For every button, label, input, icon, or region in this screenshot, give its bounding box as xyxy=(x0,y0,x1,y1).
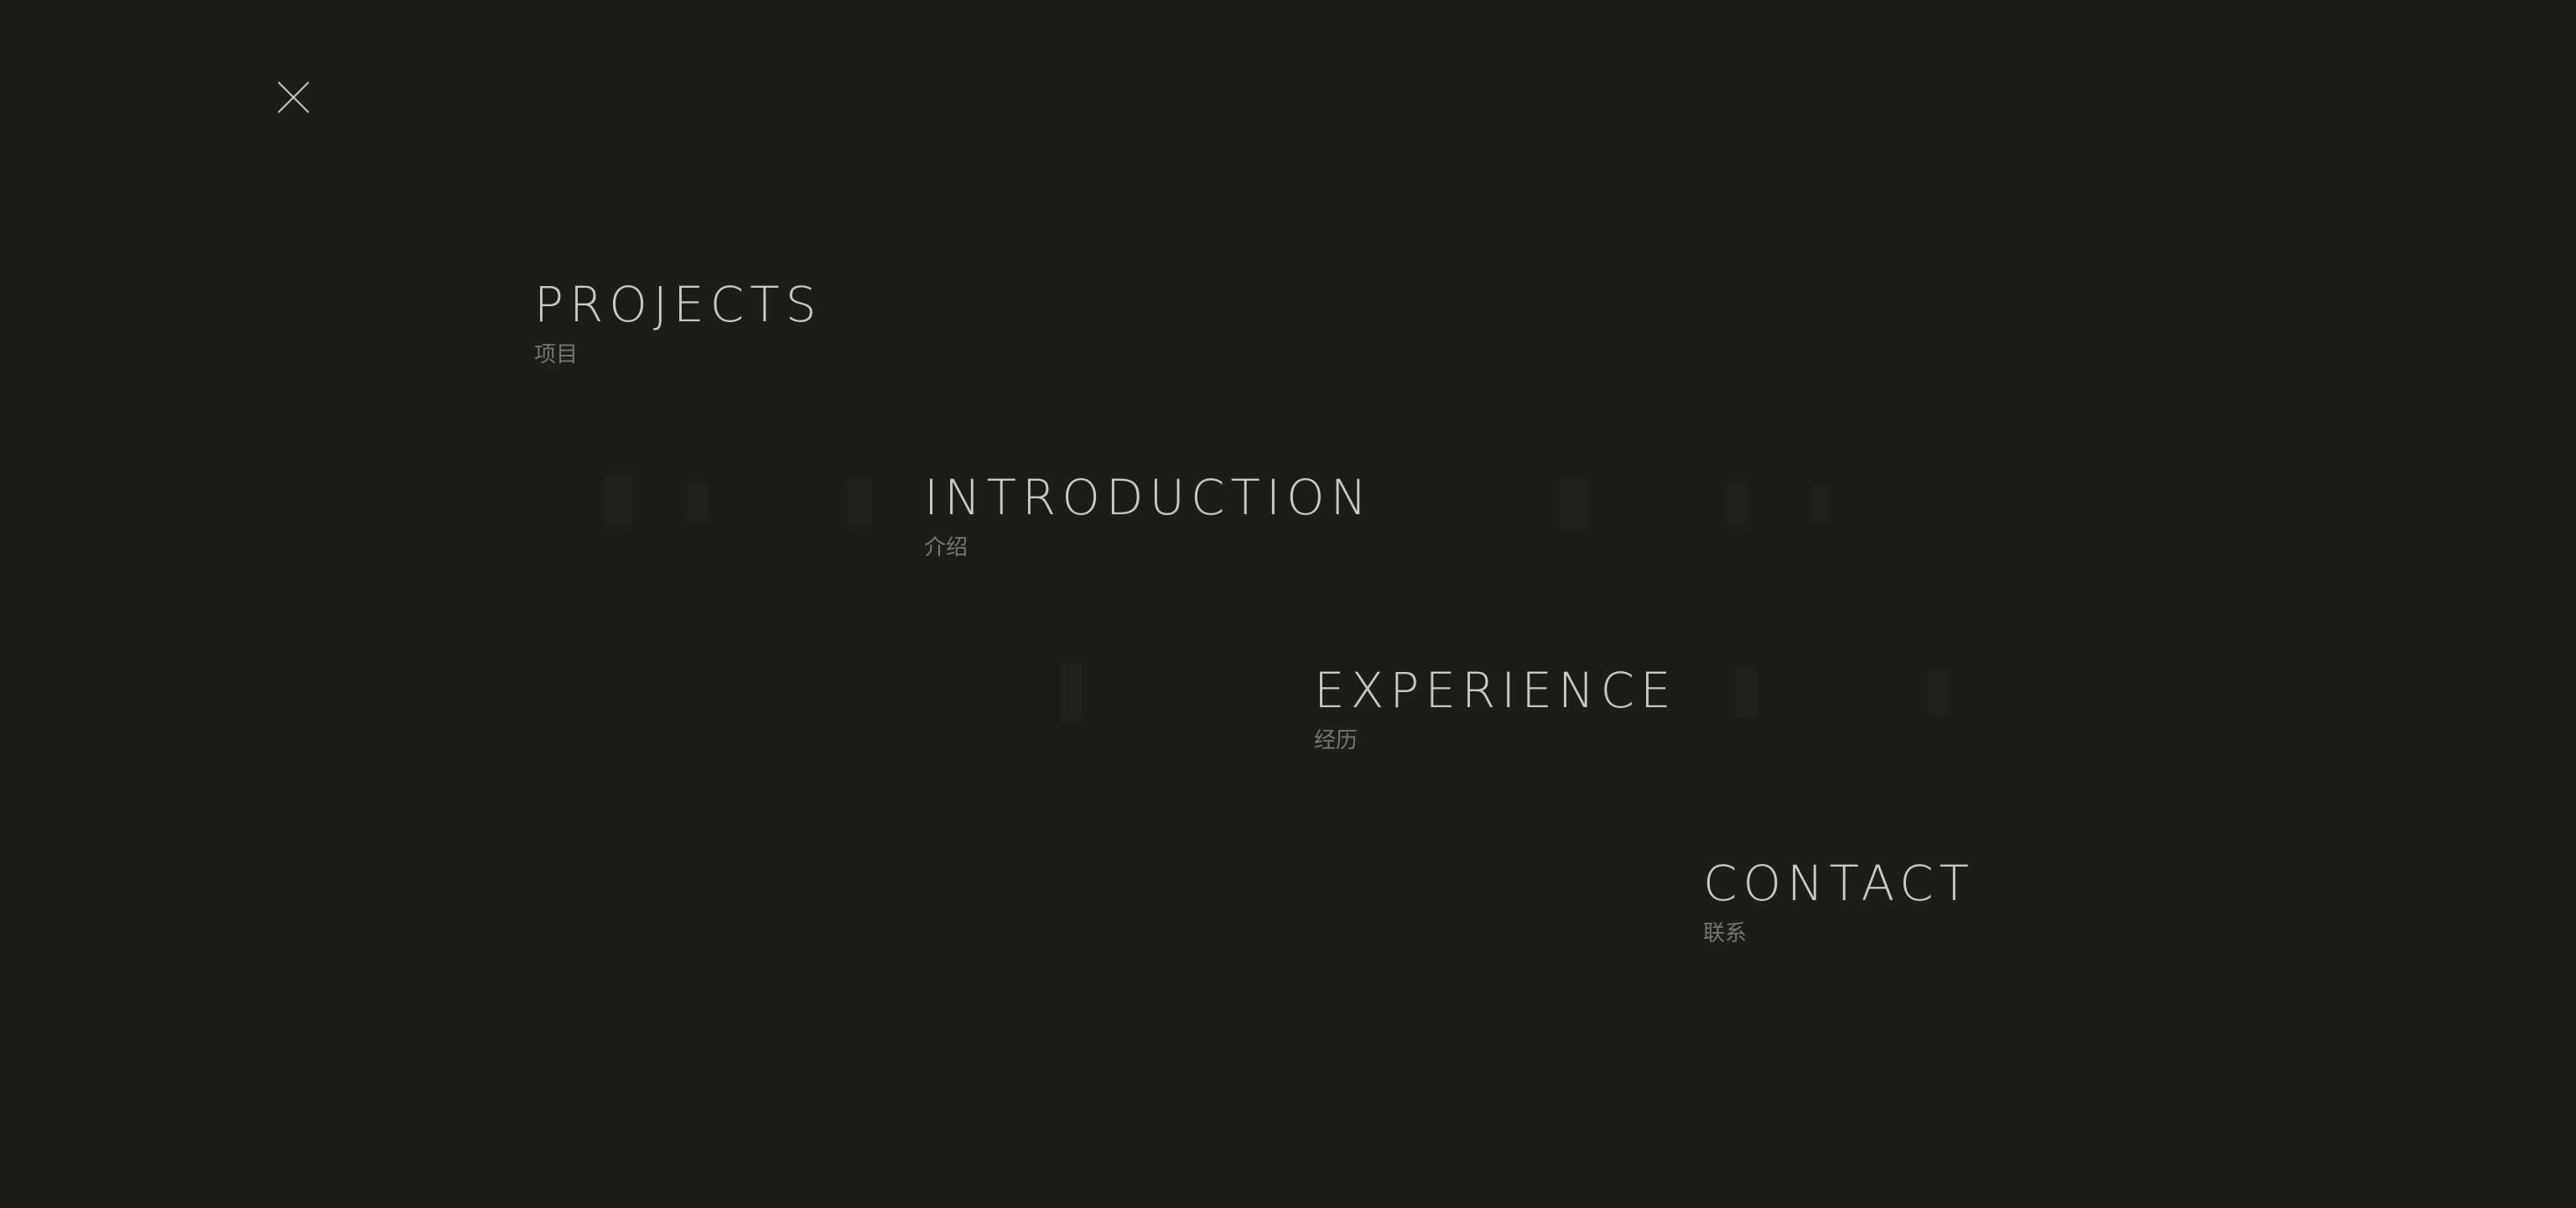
background-decoration xyxy=(688,482,708,523)
menu-item-title: PROJECTS xyxy=(534,276,823,333)
background-decoration xyxy=(1736,667,1758,717)
menu-item-projects[interactable]: PROJECTS 项目 xyxy=(534,280,822,366)
background-decoration xyxy=(1929,671,1949,715)
menu-item-experience[interactable]: EXPERIENCE 经历 xyxy=(1314,666,1677,752)
background-decoration xyxy=(1560,478,1588,528)
menu-item-title: CONTACT xyxy=(1703,855,1976,912)
menu-item-subtitle: 项目 xyxy=(534,342,579,367)
menu-item-title: EXPERIENCE xyxy=(1314,662,1677,719)
background-decoration xyxy=(604,474,632,524)
fullscreen-menu: PROJECTS 项目 INTRODUCTION 介绍 EXPERIENCE 经… xyxy=(0,0,2576,1208)
menu-item-subtitle: 联系 xyxy=(1703,921,1748,946)
menu-item-title: INTRODUCTION xyxy=(924,469,1374,526)
menu-item-subtitle: 经历 xyxy=(1314,728,1358,753)
close-icon xyxy=(278,81,309,113)
background-decoration xyxy=(847,478,872,524)
menu-item-introduction[interactable]: INTRODUCTION 介绍 xyxy=(924,473,1373,559)
menu-item-subtitle: 介绍 xyxy=(924,535,969,560)
background-decoration xyxy=(1811,485,1830,523)
background-decoration xyxy=(1061,663,1083,721)
close-button[interactable] xyxy=(270,74,317,121)
menu-item-contact[interactable]: CONTACT 联系 xyxy=(1703,859,1975,945)
background-decoration xyxy=(1727,482,1749,524)
